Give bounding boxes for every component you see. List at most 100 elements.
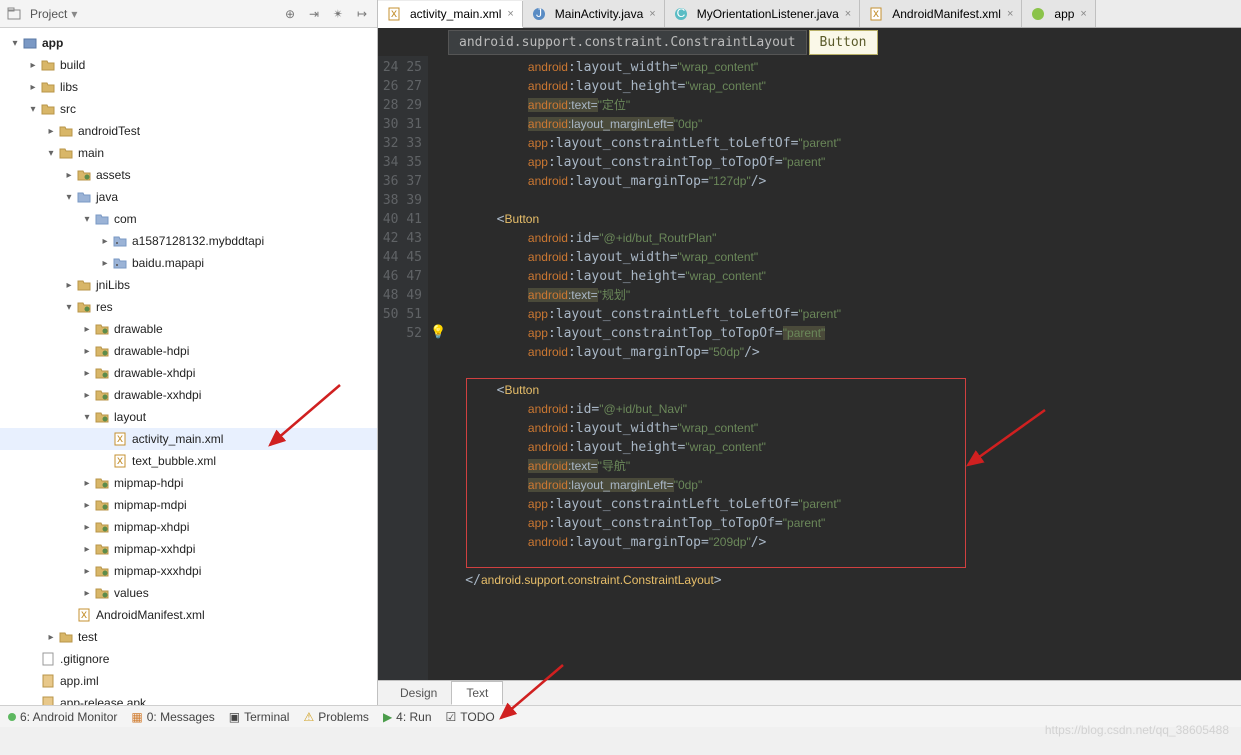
tree-item-androidmanifest-xml[interactable]: ·xAndroidManifest.xml (0, 604, 377, 626)
chevron-right-icon[interactable]: ▸ (80, 566, 94, 577)
tree-item-java[interactable]: ▾java (0, 186, 377, 208)
chevron-right-icon[interactable]: ▸ (44, 126, 58, 137)
chevron-down-icon[interactable]: ▾ (8, 38, 22, 49)
tree-item-assets[interactable]: ▸ assets (0, 164, 377, 186)
tree-item-baidu-mapapi[interactable]: ▸ baidu.mapapi (0, 252, 377, 274)
editor-tab-myorientationlistener-java[interactable]: CMyOrientationListener.java× (665, 0, 861, 27)
tree-item-mipmap-xhdpi[interactable]: ▸mipmap-xhdpi (0, 516, 377, 538)
chevron-right-icon[interactable]: ▸ (26, 60, 40, 71)
scroll-from-source-icon[interactable]: ⊕ (281, 5, 299, 23)
editor-tab-activity-main-xml[interactable]: xactivity_main.xml× (378, 1, 523, 28)
chevron-right-icon[interactable]: ▸ (80, 324, 94, 335)
tree-label: res (96, 300, 113, 314)
tree-item--gitignore[interactable]: ·.gitignore (0, 648, 377, 670)
tree-item-drawable[interactable]: ▸drawable (0, 318, 377, 340)
tree-item-src[interactable]: ▾src (0, 98, 377, 120)
android-icon (8, 713, 16, 721)
design-tab[interactable]: Design (386, 682, 451, 704)
chevron-right-icon[interactable]: ▸ (98, 258, 112, 269)
tree-label: libs (60, 80, 78, 94)
chevron-right-icon[interactable]: ▸ (80, 390, 94, 401)
terminal-tool[interactable]: ▣Terminal (229, 710, 290, 724)
chevron-down-icon[interactable]: ▾ (80, 214, 94, 225)
tree-item-mipmap-xxhdpi[interactable]: ▸mipmap-xxhdpi (0, 538, 377, 560)
close-icon[interactable]: × (845, 8, 851, 20)
code-editor[interactable]: 24 25 26 27 28 29 30 31 32 33 34 35 36 3… (378, 56, 1241, 680)
tree-item-main[interactable]: ▾main (0, 142, 377, 164)
chevron-right-icon[interactable]: ▸ (80, 544, 94, 555)
chevron-down-icon[interactable]: ▾ (62, 302, 76, 313)
close-icon[interactable]: × (649, 8, 655, 20)
tree-item-activity-main-xml[interactable]: ·xactivity_main.xml (0, 428, 377, 450)
chevron-down-icon[interactable]: ▾ (80, 412, 94, 423)
chevron-right-icon[interactable]: ▸ (44, 632, 58, 643)
breadcrumb-element[interactable]: Button (809, 30, 878, 55)
chevron-right-icon[interactable]: ▸ (62, 170, 76, 181)
tree-item-mipmap-hdpi[interactable]: ▸mipmap-hdpi (0, 472, 377, 494)
collapse-icon[interactable]: ⇥ (305, 5, 323, 23)
chevron-right-icon[interactable]: ▸ (80, 368, 94, 379)
tree-item-drawable-xxhdpi[interactable]: ▸drawable-xxhdpi (0, 384, 377, 406)
tree-item-mipmap-xxxhdpi[interactable]: ▸mipmap-xxxhdpi (0, 560, 377, 582)
hide-icon[interactable]: ↦ (353, 5, 371, 23)
tree-item-drawable-hdpi[interactable]: ▸drawable-hdpi (0, 340, 377, 362)
dropdown-icon[interactable]: ▾ (71, 7, 77, 21)
tree-item-app[interactable]: ▾app (0, 32, 377, 54)
tree-item-com[interactable]: ▾com (0, 208, 377, 230)
afolder-icon (94, 519, 110, 535)
chevron-down-icon[interactable]: ▾ (26, 104, 40, 115)
apk-icon (40, 673, 56, 689)
tree-item-mipmap-mdpi[interactable]: ▸mipmap-mdpi (0, 494, 377, 516)
code-content[interactable]: android:layout_width="wrap_content" andr… (428, 56, 1241, 680)
afolder-icon (94, 563, 110, 579)
breadcrumb-path[interactable]: android.support.constraint.ConstraintLay… (448, 30, 807, 55)
tree-item-jnilibs[interactable]: ▸jniLibs (0, 274, 377, 296)
line-gutter: 24 25 26 27 28 29 30 31 32 33 34 35 36 3… (378, 56, 428, 680)
chevron-right-icon[interactable]: ▸ (62, 280, 76, 291)
tree-item-layout[interactable]: ▾layout (0, 406, 377, 428)
chevron-right-icon[interactable]: ▸ (80, 500, 94, 511)
todo-tool[interactable]: ☑TODO (446, 710, 495, 724)
editor-tab-app[interactable]: app× (1022, 0, 1095, 27)
tree-item-libs[interactable]: ▸ libs (0, 76, 377, 98)
close-icon[interactable]: × (507, 8, 513, 20)
chevron-down-icon[interactable]: ▾ (44, 148, 58, 159)
tree-label: baidu.mapapi (132, 256, 204, 270)
tree-item-text-bubble-xml[interactable]: ·xtext_bubble.xml (0, 450, 377, 472)
tree-item-app-iml[interactable]: ·app.iml (0, 670, 377, 692)
close-icon[interactable]: × (1080, 8, 1086, 20)
close-icon[interactable]: × (1007, 8, 1013, 20)
tree-item-drawable-xhdpi[interactable]: ▸drawable-xhdpi (0, 362, 377, 384)
tree-item-res[interactable]: ▾ res (0, 296, 377, 318)
afolder-icon (76, 299, 92, 315)
file-icon (40, 651, 56, 667)
android-monitor-tool[interactable]: 6: Android Monitor (8, 710, 117, 724)
tree-item-androidtest[interactable]: ▸androidTest (0, 120, 377, 142)
chevron-right-icon[interactable]: ▸ (80, 588, 94, 599)
chevron-right-icon[interactable]: ▸ (98, 236, 112, 247)
tree-item-test[interactable]: ▸test (0, 626, 377, 648)
chevron-right-icon[interactable]: ▸ (80, 522, 94, 533)
tree-item-app-release-apk[interactable]: ·app-release.apk (0, 692, 377, 705)
tree-item-values[interactable]: ▸values (0, 582, 377, 604)
chevron-right-icon[interactable]: ▸ (26, 82, 40, 93)
tree-item-a1587128132-mybddtapi[interactable]: ▸a1587128132.mybddtapi (0, 230, 377, 252)
messages-tool[interactable]: ▦0: Messages (131, 710, 214, 724)
svg-text:x: x (391, 7, 397, 20)
tree-item-build[interactable]: ▸build (0, 54, 377, 76)
settings-icon[interactable]: ✴ (329, 5, 347, 23)
text-tab[interactable]: Text (451, 681, 503, 705)
afolder-icon (94, 343, 110, 359)
editor-tab-mainactivity-java[interactable]: JMainActivity.java× (523, 0, 665, 27)
folder-icon (40, 101, 56, 117)
run-tool[interactable]: ▶4: Run (383, 710, 432, 724)
chevron-down-icon[interactable]: ▾ (62, 192, 76, 203)
tree-label: assets (96, 168, 131, 182)
chevron-right-icon[interactable]: ▸ (80, 478, 94, 489)
chevron-right-icon[interactable]: ▸ (80, 346, 94, 357)
intention-bulb-icon[interactable]: 💡 (430, 324, 446, 340)
folder-icon (76, 277, 92, 293)
problems-tool[interactable]: ⚠Problems (303, 710, 368, 724)
editor-tab-androidmanifest-xml[interactable]: xAndroidManifest.xml× (860, 0, 1022, 27)
tab-label: MyOrientationListener.java (697, 7, 839, 21)
